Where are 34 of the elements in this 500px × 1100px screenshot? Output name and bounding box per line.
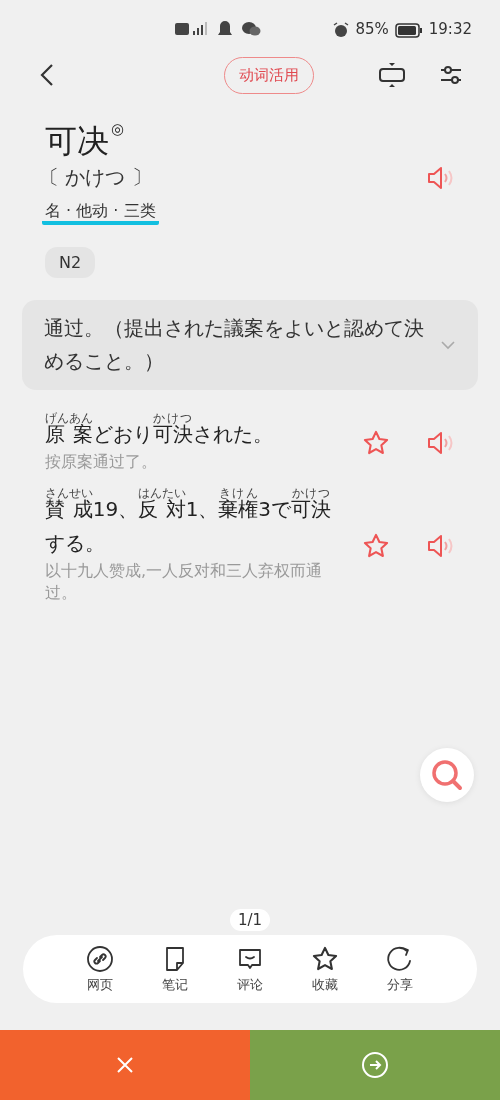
star-icon — [310, 944, 339, 973]
battery-icon — [394, 23, 423, 38]
reading: 〔 かけつ 〕 — [39, 164, 152, 191]
toolbar-button[interactable]: 分享 — [385, 944, 414, 994]
signal-icon — [175, 21, 209, 37]
frequency-mark: ◎ — [111, 120, 125, 138]
chat-icon — [241, 21, 261, 37]
chevron-icon[interactable] — [440, 340, 456, 350]
star-icon[interactable] — [362, 428, 390, 457]
search-button[interactable] — [420, 748, 474, 802]
star-icon[interactable] — [362, 531, 390, 560]
link-icon — [86, 944, 115, 973]
page-indicator: 1/1 — [229, 909, 271, 931]
search-icon — [430, 758, 464, 792]
share-icon — [385, 944, 414, 973]
toolbar-button[interactable]: 评论 — [236, 944, 264, 994]
headword: 可决 — [45, 121, 109, 162]
example-translation: 按原案通过了。 — [45, 451, 158, 473]
example-translation: 以十九人赞成,一人反对和三人弃权而通过。 — [45, 560, 324, 604]
toolbar-button[interactable]: 收藏 — [310, 944, 339, 994]
close-icon — [115, 1055, 135, 1075]
toolbar-button[interactable]: 笔记 — [161, 944, 190, 994]
definition-card[interactable]: 通过。（提出された議案をよいと認めて決めること。） — [22, 300, 478, 390]
jlpt-tag: N2 — [45, 247, 96, 278]
example-sentence: 賛 成 さんせい 19、反 対 はんたい 1、棄権 きけん 3で可決 かけつ する。 — [45, 487, 333, 557]
alarm-icon — [333, 22, 350, 38]
definition-text: 通过。（提出された議案をよいと認めて決めること。） — [44, 315, 425, 375]
part-of-speech: 名 · 他动 · 三类 — [42, 201, 159, 225]
toolbar-button[interactable]: 网页 — [86, 944, 115, 994]
bell-icon — [217, 20, 233, 38]
battery-percent: 85% — [355, 20, 389, 38]
clock-time: 19:32 — [428, 20, 472, 38]
example-sentence: 原 案 げんあん どおり 可決 かけつ された。 — [45, 412, 274, 448]
arrow-right-icon — [361, 1051, 389, 1079]
